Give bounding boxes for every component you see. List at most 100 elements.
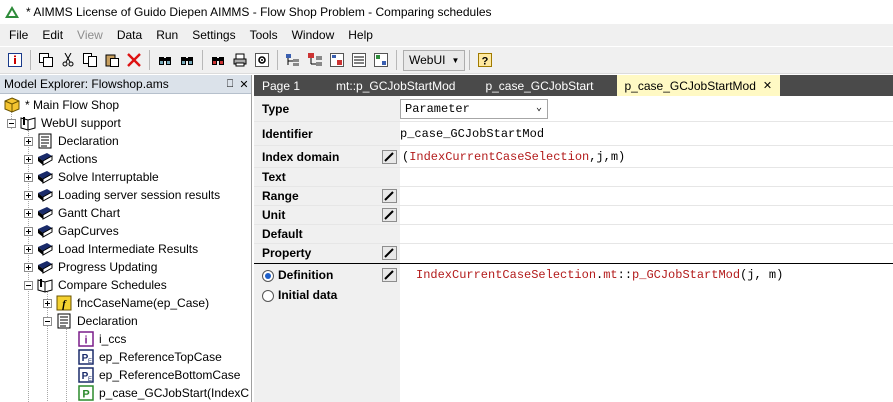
tree-item-compare-schedules[interactable]: Compare Schedules [24,276,167,294]
tree-item-actions[interactable]: Actions [24,150,97,168]
find-next-button[interactable] [177,50,197,70]
definition-token-namespace: mt [603,268,618,282]
tab-p-case-gcjobstartmod[interactable]: p_case_GCJobStartMod ✕ [616,75,781,96]
closed-book-icon [38,261,53,274]
range-label: Range [262,189,299,203]
definition-radio-row[interactable]: Definition [262,268,333,282]
expand-icon[interactable] [24,208,33,218]
tree-item-solve-interruptable[interactable]: Solve Interruptable [24,168,159,186]
menu-tools[interactable]: Tools [243,24,285,46]
closed-book-icon [38,189,53,202]
template-manager-button[interactable] [327,50,347,70]
menu-view[interactable]: View [70,24,110,46]
menu-builder-icon [352,53,366,67]
close-tab-icon[interactable]: ✕ [763,79,772,92]
toolbar-separator [396,50,397,70]
model-explorer: Model Explorer: Flowshop.ams ⎕ ✕ * Main … [0,75,252,402]
tab-label: mt::p_GCJobStartMod [336,78,456,93]
open-book-icon [20,117,36,131]
collapse-icon[interactable] [24,280,33,290]
toolbar-separator [469,50,471,70]
tree-item-gapcurves[interactable]: GapCurves [24,222,119,240]
expand-icon[interactable] [24,262,33,272]
tree-item-p-case-gcjobstart[interactable]: P p_case_GCJobStart(IndexC [78,384,249,402]
tree-item-gantt-chart[interactable]: Gantt Chart [24,204,120,222]
tree-item-progress-updating[interactable]: Progress Updating [24,258,157,276]
binoculars-next-icon [181,57,193,65]
edit-wizard-icon [384,152,394,162]
print-button[interactable] [230,50,250,70]
copy-button[interactable] [80,50,100,70]
expand-icon[interactable] [24,154,33,164]
menu-file[interactable]: File [0,24,35,46]
find-in-model-button[interactable] [208,50,228,70]
paste-button[interactable] [102,50,122,70]
tree-item-declaration-2[interactable]: Declaration [43,312,138,330]
title-bar: * AIMMS License of Guido Diepen AIMMS - … [0,0,893,24]
tree-item-ep-referencetopcase[interactable]: PE ep_ReferenceTopCase [78,348,222,366]
collapse-icon[interactable] [7,118,16,128]
info-icon [8,53,22,67]
menu-builder-button[interactable] [349,50,369,70]
menu-data[interactable]: Data [110,24,149,46]
menu-edit[interactable]: Edit [35,24,70,46]
info-button[interactable] [5,50,25,70]
model-tree-button[interactable] [283,50,303,70]
tree-item-load-intermediate-results[interactable]: Load Intermediate Results [24,240,198,258]
page-manager-button[interactable] [305,50,325,70]
identifier-selector-button[interactable] [371,50,391,70]
expand-icon[interactable] [24,136,33,146]
closed-book-icon [38,171,53,184]
help-button[interactable]: ? [475,50,495,70]
tab-page-1[interactable]: Page 1 [254,75,308,96]
model-cube-icon [4,97,20,113]
toolbar-separator [277,50,278,70]
element-parameter-icon: PE [78,349,94,365]
type-select[interactable]: Parameter ⌄ [400,99,548,119]
identifier-field[interactable]: p_case_GCJobStartMod [400,127,893,141]
settings-button[interactable] [252,50,272,70]
pencil-icon[interactable] [382,189,397,203]
tab-mt-p-gcjobstartmod[interactable]: mt::p_GCJobStartMod [328,75,463,96]
tree-item-loading-server-session-results[interactable]: Loading server session results [24,186,220,204]
tab-p-case-gcjobstart[interactable]: p_case_GCJobStart [477,75,601,96]
tree-item-declaration[interactable]: Declaration [24,132,119,150]
tree-item-label: Loading server session results [58,188,221,202]
delete-button[interactable] [124,50,144,70]
menu-bar: File Edit View Data Run Settings Tools W… [0,24,893,46]
definition-radio[interactable] [262,269,274,282]
expand-icon[interactable] [43,298,52,308]
pencil-icon[interactable] [382,208,397,222]
cut-button[interactable] [58,50,78,70]
index-domain-rest: ,j,m) [589,150,626,164]
tree-item-main-flow-shop[interactable]: * Main Flow Shop [4,96,119,114]
toolbar: WebUI ▼ ? [0,47,893,74]
expand-icon[interactable] [24,172,33,182]
copy-window-button[interactable] [36,50,56,70]
menu-help[interactable]: Help [341,24,380,46]
tree-item-label: GapCurves [58,224,119,238]
tree-item-fnccasename[interactable]: f fncCaseName(ep_Case) [43,294,209,312]
menu-run[interactable]: Run [149,24,185,46]
index-domain-field[interactable]: (IndexCurrentCaseSelection,j,m) [402,150,893,164]
expand-icon[interactable] [24,226,33,236]
menu-settings[interactable]: Settings [185,24,242,46]
definition-editor[interactable]: IndexCurrentCaseSelection.mt::p_GCJobSta… [416,268,893,282]
initial-data-radio[interactable] [262,289,274,302]
definition-token-index: IndexCurrentCaseSelection [416,268,597,282]
pencil-icon[interactable] [382,150,397,164]
webui-dropdown[interactable]: WebUI ▼ [403,49,466,71]
collapse-icon[interactable] [43,316,52,326]
find-button[interactable] [155,50,175,70]
pencil-icon[interactable] [382,246,397,260]
menu-window[interactable]: Window [285,24,342,46]
tree-item-i-ccs[interactable]: i i_ccs [78,330,126,348]
pencil-icon[interactable] [382,268,397,282]
definition-area: Definition Initial data IndexCurrentCase… [254,263,893,402]
tree-item-webui-support[interactable]: WebUI support [7,114,121,132]
expand-icon[interactable] [24,244,33,254]
tree-item-label: Gantt Chart [58,206,121,220]
tree-item-ep-referencebottomcase[interactable]: PE ep_ReferenceBottomCase [78,366,240,384]
expand-icon[interactable] [24,190,33,200]
initial-data-radio-row[interactable]: Initial data [262,288,337,302]
